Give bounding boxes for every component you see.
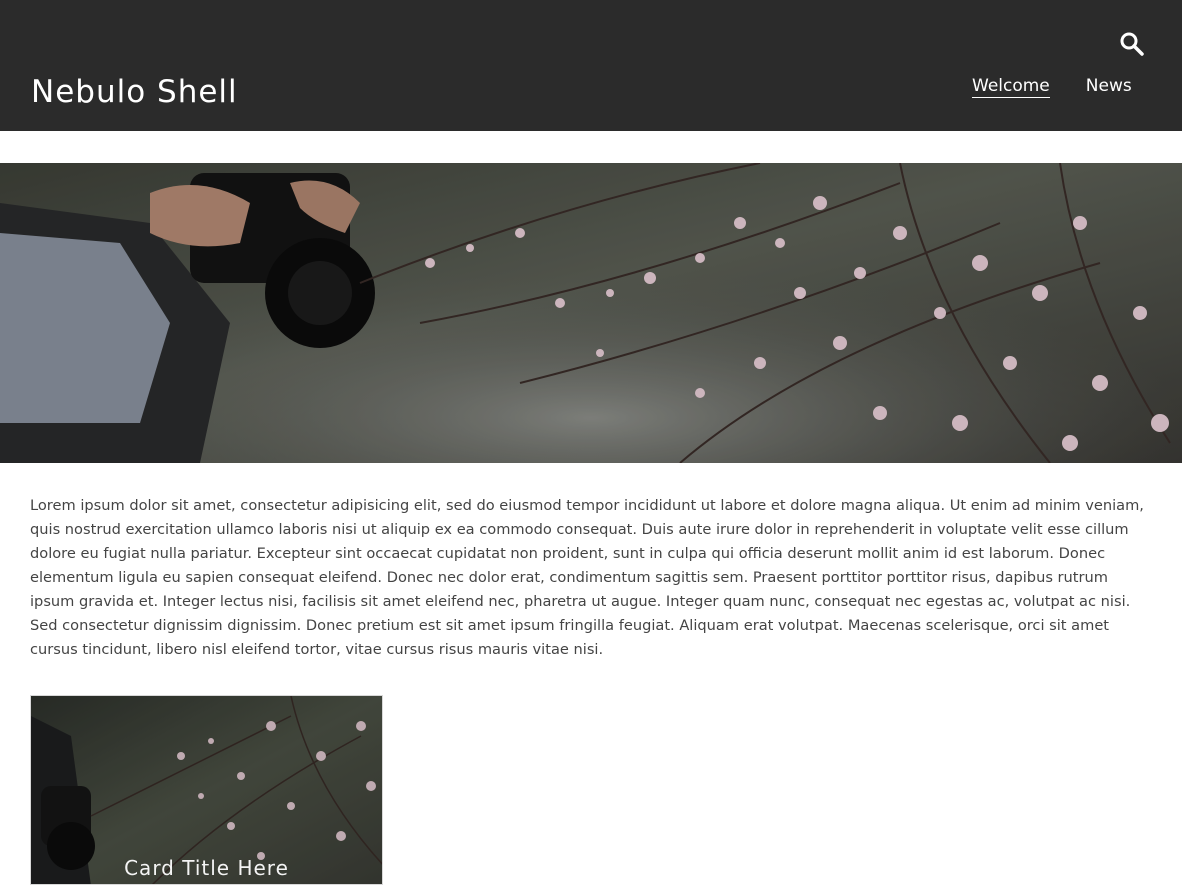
content-card[interactable]: Card Title Here xyxy=(30,695,383,885)
intro-paragraph: Lorem ipsum dolor sit amet, consectetur … xyxy=(30,497,1144,658)
main-nav: Welcome News xyxy=(972,75,1132,98)
hero-image xyxy=(0,163,1182,463)
site-header: Nebulo Shell Welcome News xyxy=(0,0,1182,131)
nav-item-news[interactable]: News xyxy=(1086,75,1132,98)
site-title[interactable]: Nebulo Shell xyxy=(31,74,238,111)
nav-item-welcome[interactable]: Welcome xyxy=(972,75,1050,98)
card-title: Card Title Here xyxy=(124,856,289,880)
search-icon[interactable] xyxy=(1118,30,1146,58)
